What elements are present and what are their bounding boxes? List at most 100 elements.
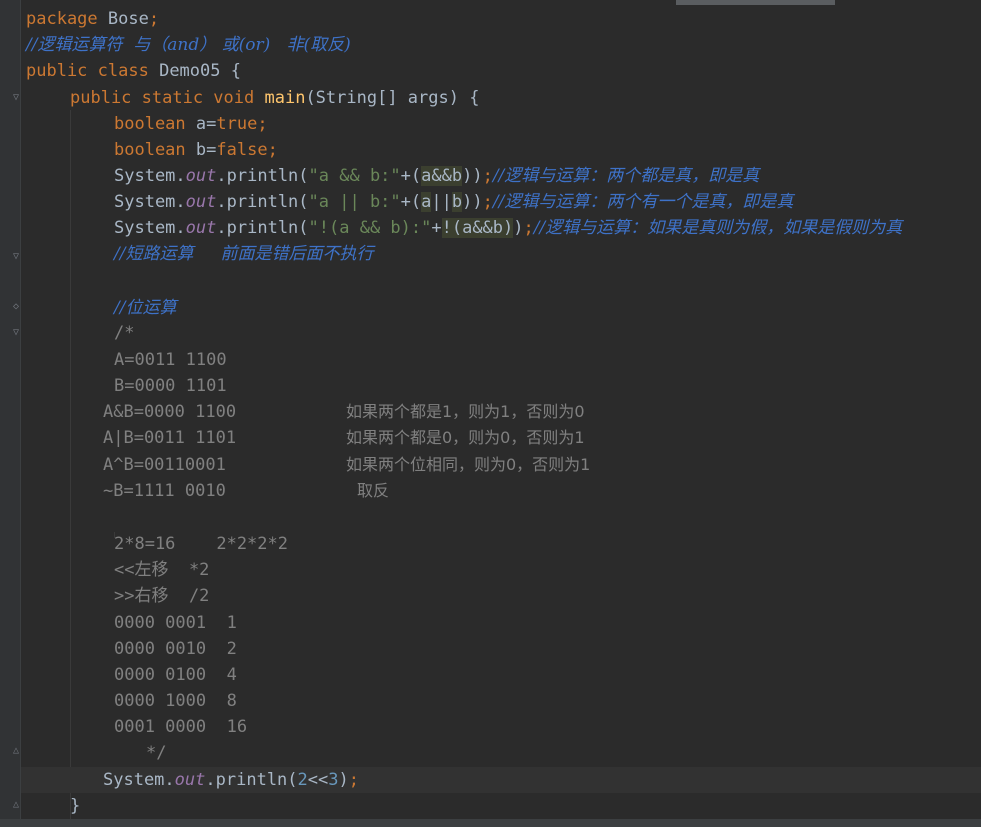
- code-line[interactable]: boolean a=true;: [114, 111, 268, 137]
- dot: .: [175, 218, 186, 238]
- horizontal-scrollbar[interactable]: [0, 819, 981, 827]
- horizontal-scrollbar-thumb[interactable]: [676, 0, 835, 5]
- plus-paren: +(: [400, 192, 422, 212]
- println-call: println(: [215, 770, 298, 790]
- semicolon: ;: [148, 9, 160, 29]
- println-call: println(: [226, 192, 309, 212]
- dot: .: [175, 166, 186, 186]
- system-class: System: [114, 192, 176, 212]
- class-name: Demo05 {: [159, 61, 241, 81]
- highlighted-expression: a&&b: [421, 166, 463, 186]
- block-comment-line: >>右移 /2: [114, 586, 210, 606]
- number-literal: 2: [297, 770, 308, 790]
- code-line-current[interactable]: System.out.println(2<<3);: [103, 767, 359, 793]
- block-comment-close: */: [146, 743, 167, 763]
- highlighted-expression: !(a&&b): [441, 218, 514, 238]
- keyword-package: package: [26, 9, 98, 29]
- fold-icon[interactable]: ▽: [13, 93, 23, 103]
- block-comment-line: A&B=0000 1100: [103, 399, 236, 425]
- dot: .: [216, 218, 227, 238]
- dot: .: [216, 166, 227, 186]
- string-literal: "a || b:": [308, 192, 401, 212]
- system-class: System: [114, 166, 176, 186]
- keyword-true: true: [216, 114, 258, 134]
- highlighted-var: b: [451, 192, 463, 212]
- inline-comment: //逻辑与运算：两个有一个是真，即是真: [492, 192, 794, 212]
- code-line[interactable]: System.out.println("a || b:"+(a||b));//逻…: [114, 189, 793, 215]
- out-field: out: [185, 192, 217, 212]
- editor-gutter[interactable]: [0, 0, 20, 827]
- fold-icon[interactable]: ▽: [13, 328, 23, 338]
- package-name: Bose: [107, 9, 149, 29]
- keyword-modifiers: public static void: [70, 88, 255, 108]
- keyword-boolean: boolean: [114, 114, 186, 134]
- block-comment-line: 0000 0010 2: [114, 639, 237, 659]
- var-b-decl: b=: [195, 140, 217, 160]
- semicolon: ;: [523, 218, 534, 238]
- out-field: out: [185, 166, 217, 186]
- inline-comment: //逻辑与运算：两个都是真，即是真: [492, 166, 760, 186]
- bitwise-xor-line: A^B=00110001: [103, 455, 226, 475]
- bitwise-not-line: ~B=1111 0010: [103, 481, 226, 501]
- code-comment: //逻辑运算符 与（and） 或(or) 非(取反): [26, 35, 351, 55]
- system-class: System: [114, 218, 176, 238]
- string-literal: "a && b:": [308, 166, 401, 186]
- fold-icon[interactable]: ◇: [13, 302, 23, 312]
- block-comment-line: B=0000 1101: [114, 376, 227, 396]
- block-comment-line: 2*8=16 2*2*2*2: [114, 534, 288, 554]
- out-field: out: [185, 218, 217, 238]
- code-comment: //短路运算 前面是错后面不执行: [114, 244, 374, 264]
- code-line[interactable]: System.out.println("!(a && b):"+!(a&&b))…: [114, 215, 902, 241]
- block-comment-note: 如果两个位相同，则为0，否则为1: [346, 455, 591, 474]
- block-comment-open: /*: [114, 323, 135, 343]
- semicolon: ;: [267, 140, 278, 160]
- keyword-boolean: boolean: [114, 140, 186, 160]
- block-comment-line: ~B=1111 0010: [103, 478, 226, 504]
- block-comment-note: 如果两个都是0，则为0，否则为1: [346, 428, 585, 447]
- block-comment-line: A|B=0011 1101: [103, 425, 236, 451]
- method-name: main: [264, 88, 306, 108]
- fold-icon[interactable]: △: [13, 746, 23, 756]
- fold-icon[interactable]: ▽: [13, 252, 23, 262]
- code-line[interactable]: public static void main(String[] args) {: [70, 85, 479, 111]
- code-line[interactable]: System.out.println("a && b:"+(a&&b));//逻…: [114, 163, 759, 189]
- bitwise-and-line: A&B=0000 1100: [103, 402, 237, 422]
- block-comment-line: <<左移 *2: [114, 560, 210, 580]
- close-paren: ): [338, 770, 349, 790]
- gutter-divider: [20, 0, 21, 827]
- bitwise-or-line: A|B=0011 1101: [103, 428, 237, 448]
- code-line[interactable]: boolean b=false;: [114, 137, 278, 163]
- fold-icon[interactable]: △: [13, 800, 23, 810]
- block-comment-line: 0000 0001 1: [114, 613, 237, 633]
- block-comment-line: 0000 1000 8: [114, 691, 237, 711]
- or-operator: ||: [431, 192, 452, 212]
- code-line[interactable]: public class Demo05 {: [26, 58, 241, 84]
- indent-guide: [70, 110, 71, 820]
- system-class: System: [103, 770, 165, 790]
- close-parens: )): [462, 192, 483, 212]
- closing-brace: }: [70, 796, 81, 816]
- plus-paren: +(: [400, 166, 422, 186]
- highlighted-var: a: [421, 192, 432, 212]
- editor-top-bar: [0, 0, 981, 5]
- shift-operator: <<: [307, 770, 329, 790]
- inline-comment: //逻辑与运算：如果是真则为假，如果是假则为真: [533, 218, 903, 238]
- block-comment-note: 如果两个都是1，则为1，否则为0: [346, 402, 585, 421]
- code-editor[interactable]: ▽ ▽ ◇ ▽ △ △ package Bose; //逻辑运算符 与（and）…: [0, 0, 981, 827]
- method-args: (String[] args) {: [305, 88, 480, 108]
- semicolon: ;: [257, 114, 268, 134]
- block-comment-line: 0001 0000 16: [114, 717, 248, 737]
- block-comment-line: 0000 0100 4: [114, 665, 237, 685]
- code-line[interactable]: package Bose;: [26, 6, 159, 32]
- dot: .: [216, 192, 227, 212]
- keyword-false: false: [216, 140, 268, 160]
- block-comment-line: A=0011 1100: [114, 350, 227, 370]
- semicolon: ;: [482, 166, 493, 186]
- plus-operator: +: [431, 218, 442, 238]
- println-call: println(: [226, 218, 309, 238]
- code-comment: //位运算: [114, 298, 177, 318]
- close-parens: )): [462, 166, 483, 186]
- close-paren: ): [513, 218, 524, 238]
- block-comment-note: 取反: [357, 481, 390, 500]
- var-a-decl: a=: [195, 114, 217, 134]
